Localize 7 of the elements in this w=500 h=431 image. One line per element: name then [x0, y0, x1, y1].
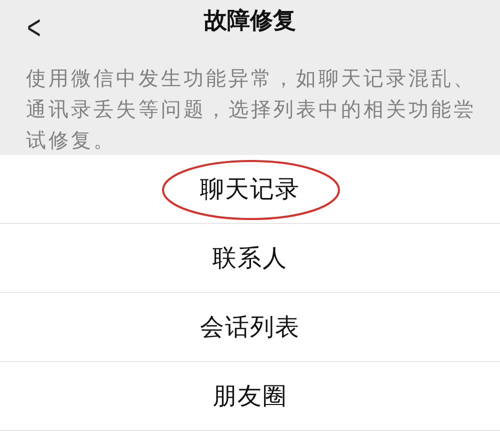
page-title: 故障修复	[204, 7, 296, 36]
back-button[interactable]: <	[22, 8, 46, 48]
list-item[interactable]: 联系人	[0, 224, 500, 293]
description-text: 使用微信中发生功能异常，如聊天记录混乱、通讯录丢失等问题，选择列表中的相关功能尝试修复。	[26, 65, 477, 154]
list-item[interactable]: 聊天记录	[0, 155, 500, 224]
list-item[interactable]: 朋友圈	[0, 362, 500, 431]
list-item[interactable]: 会话列表	[0, 293, 500, 362]
